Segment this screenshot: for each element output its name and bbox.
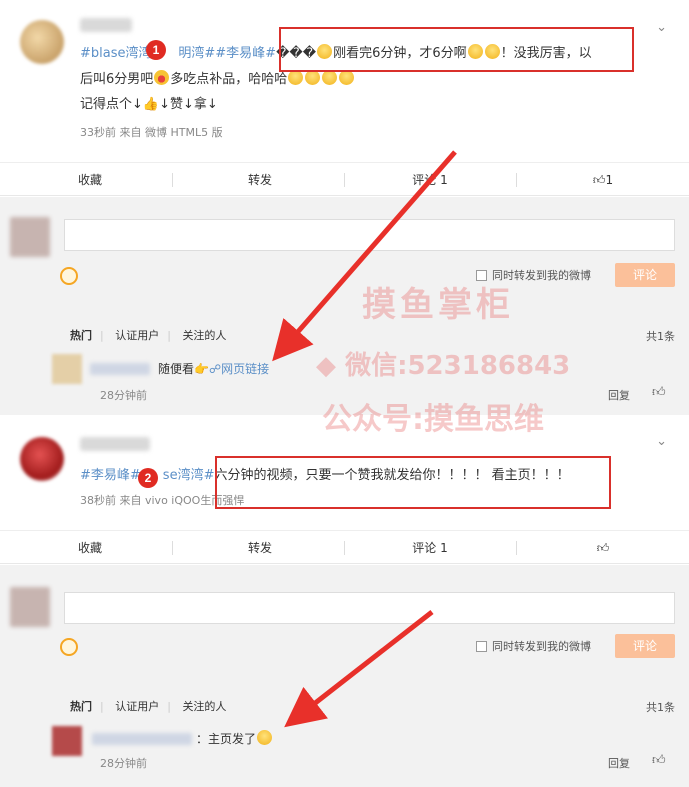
watermark-wechat: ◆ 微信:523186843 [316,351,571,381]
watermark-account: 公众号:摸鱼思维 [322,402,544,437]
wechat-icon: ◆ [316,351,336,381]
red-arrow-2 [284,610,434,728]
watermark-title: 摸鱼掌柜 [362,285,514,325]
